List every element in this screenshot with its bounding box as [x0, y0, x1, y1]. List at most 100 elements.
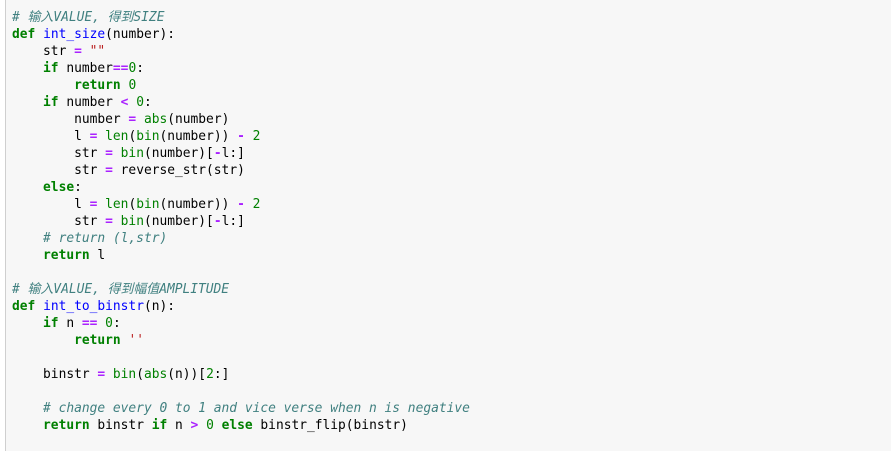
code-text: ( [136, 367, 144, 382]
code-line: def int_size(number): [12, 26, 891, 43]
code-operator: == [81, 316, 98, 331]
code-keyword: if [43, 95, 59, 110]
code-text: (number)) [159, 197, 238, 212]
code-text: l [12, 129, 90, 144]
code-operator: = [97, 367, 106, 382]
code-editor[interactable]: # 输入VALUE, 得到SIZE def int_size(number): s… [6, 0, 891, 434]
code-keyword: return [74, 333, 121, 348]
code-text: : [112, 316, 121, 331]
code-line: # change every 0 to 1 and vice verse whe… [12, 400, 891, 417]
code-operator: - [237, 197, 245, 212]
code-text: l:] [221, 214, 245, 229]
code-text: (number) [167, 112, 230, 127]
code-text: (number)[ [143, 146, 214, 161]
code-keyword: return [43, 418, 90, 433]
code-line: l = len(bin(number)) - 2 [12, 128, 891, 145]
code-text: str [12, 146, 106, 161]
code-operator: = [74, 44, 82, 59]
code-comment: # 输入VALUE, 得到幅值AMPLITUDE [12, 282, 230, 297]
code-cell-input-area[interactable]: # 输入VALUE, 得到SIZE def int_size(number): s… [5, 0, 891, 451]
code-text: str [12, 44, 75, 59]
code-text: n [58, 316, 82, 331]
code-line: if n == 0: [12, 315, 891, 332]
code-keyword: def [12, 27, 36, 42]
code-number: 2 [252, 129, 261, 144]
code-builtin: abs [143, 112, 168, 127]
code-keyword: if [151, 418, 168, 433]
code-text: number [58, 61, 113, 76]
code-text: binstr [12, 367, 98, 382]
code-keyword: return [43, 248, 90, 263]
code-line: def int_to_binstr(n): [12, 298, 891, 315]
code-builtin: bin [120, 214, 144, 229]
code-number: 0 [206, 418, 214, 433]
code-function-name: int_to_binstr [43, 299, 144, 314]
code-text: str [12, 163, 106, 178]
code-text: binstr_flip(binstr) [252, 418, 408, 433]
code-line: # return (l,str) [12, 230, 891, 247]
code-builtin: len [105, 129, 129, 144]
code-operator: - [237, 129, 245, 144]
code-text: (number)[ [143, 214, 214, 229]
code-text: number [58, 95, 121, 110]
code-keyword: def [12, 299, 36, 314]
code-operator: - [213, 214, 222, 229]
code-operator: = [105, 163, 113, 178]
code-text: :] [213, 367, 230, 382]
code-text: : [74, 180, 82, 195]
code-number: 0 [136, 95, 144, 110]
code-builtin: abs [143, 367, 168, 382]
code-text: (n))[ [167, 367, 207, 382]
code-number: 0 [128, 78, 137, 93]
code-keyword: return [74, 78, 121, 93]
code-line: str = bin(number)[-l:] [12, 213, 891, 230]
code-keyword: if [43, 61, 59, 76]
code-text: reverse_str(str) [112, 163, 245, 178]
code-text: number [12, 112, 129, 127]
code-line: binstr = bin(abs(n))[2:] [12, 366, 891, 383]
code-comment: # change every 0 to 1 and vice verse whe… [43, 401, 470, 416]
code-line: return binstr if n > 0 else binstr_flip(… [12, 417, 891, 434]
code-line: l = len(bin(number)) - 2 [12, 196, 891, 213]
code-text: l:] [221, 146, 245, 161]
code-line: return 0 [12, 77, 891, 94]
code-text: l [89, 248, 106, 263]
code-text: (n): [143, 299, 176, 314]
code-line: str = "" [12, 43, 891, 60]
code-string: '' [128, 333, 144, 348]
code-line: # 输入VALUE, 得到SIZE [12, 9, 891, 26]
code-text: n [167, 418, 191, 433]
code-builtin: bin [120, 146, 144, 161]
code-number: 0 [105, 316, 113, 331]
code-operator: == [112, 61, 129, 76]
code-number: 2 [252, 197, 261, 212]
code-text: l [12, 197, 90, 212]
code-number: 2 [206, 367, 214, 382]
code-line: else: [12, 179, 891, 196]
code-builtin: len [105, 197, 129, 212]
code-line: str = reverse_str(str) [12, 162, 891, 179]
code-keyword: if [43, 316, 59, 331]
code-text: str [12, 214, 106, 229]
code-keyword: else [43, 180, 75, 195]
code-line: str = bin(number)[-l:] [12, 145, 891, 162]
